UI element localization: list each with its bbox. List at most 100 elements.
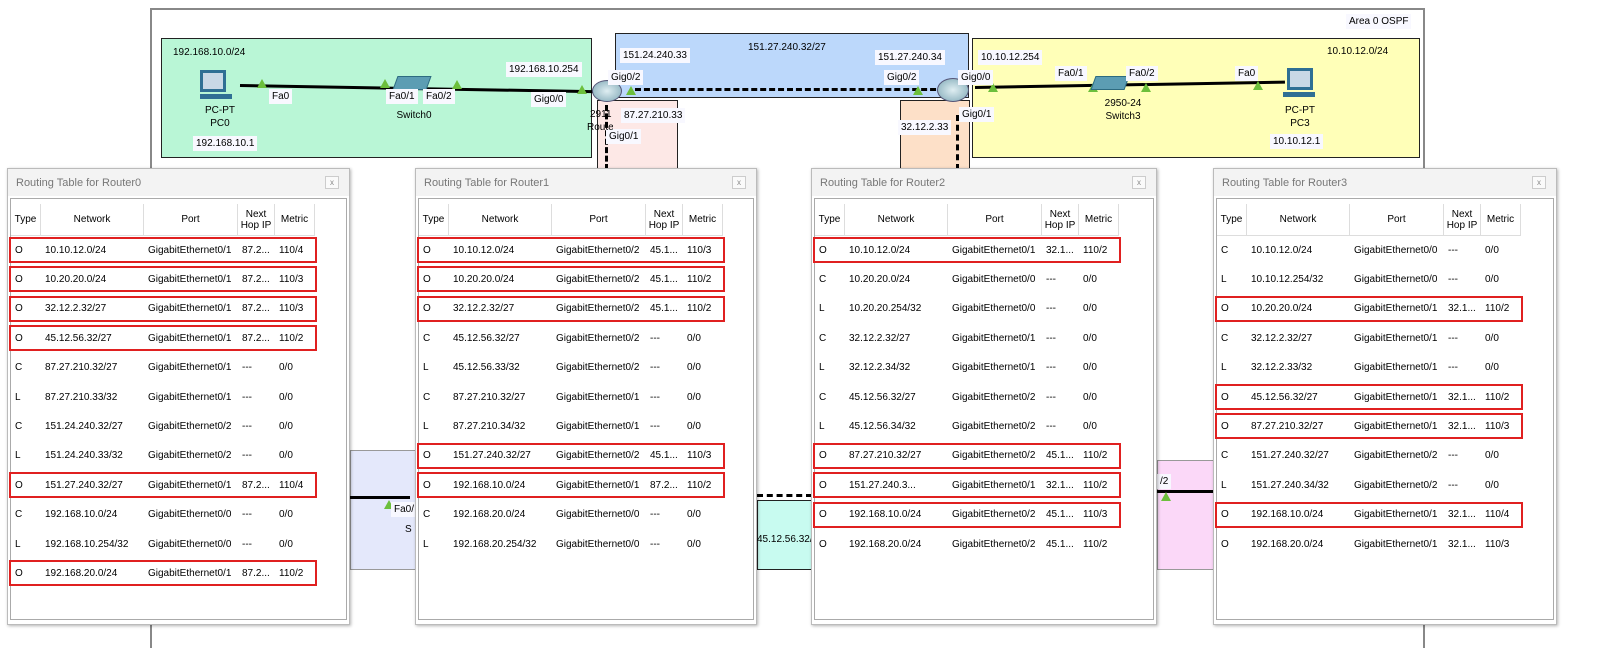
switch0-icon[interactable] xyxy=(392,76,432,90)
cell-metric: 0/0 xyxy=(687,391,701,403)
cell-next-hop: --- xyxy=(242,420,252,432)
column-header-metric[interactable]: Metric xyxy=(1079,204,1119,235)
cell-type: O xyxy=(1221,303,1229,315)
cell-metric: 0/0 xyxy=(1485,362,1499,374)
window-title-bar[interactable]: Routing Table for Router3 x xyxy=(1214,169,1556,196)
column-header-next-hop[interactable]: Next Hop IP xyxy=(1042,204,1079,235)
column-header-next-hop[interactable]: Next Hop IP xyxy=(238,204,275,235)
routing-table-window-router3[interactable]: Routing Table for Router3 x Type Network Por… xyxy=(1213,168,1557,625)
table-row: O 10.20.20.0/24 GigabitEthernet0/1 87.2... 1… xyxy=(9,266,317,293)
close-button[interactable]: x xyxy=(325,176,339,189)
cell-network: 192.168.20.0/24 xyxy=(45,567,118,579)
routing-table-window-router0[interactable]: Routing Table for Router0 x Type Network Por… xyxy=(7,168,350,625)
cell-network: 10.10.12.0/24 xyxy=(453,244,515,256)
close-button[interactable]: x xyxy=(1532,176,1546,189)
cell-next-hop: 87.2... xyxy=(242,244,270,256)
column-header-port[interactable]: Port xyxy=(1350,204,1444,235)
cell-port: GigabitEthernet0/2 xyxy=(148,420,232,432)
switch3-icon[interactable] xyxy=(1090,76,1130,90)
close-button[interactable]: x xyxy=(732,176,746,189)
cell-next-hop: 45.1... xyxy=(1046,538,1074,550)
table-row: C 192.168.10.0/24 GigabitEthernet0/0 --- 0/0 xyxy=(11,504,315,526)
pc3-icon[interactable] xyxy=(1283,68,1315,98)
cell-metric: 0/0 xyxy=(1083,303,1097,315)
column-header-type[interactable]: Type xyxy=(815,204,845,235)
router3-gig00-ip: 10.10.12.254 xyxy=(978,50,1043,65)
column-header-network[interactable]: Network xyxy=(449,204,552,235)
column-header-port[interactable]: Port xyxy=(552,204,646,235)
column-header-metric[interactable]: Metric xyxy=(275,204,315,235)
cell-next-hop: --- xyxy=(1448,362,1458,374)
cell-port: GigabitEthernet0/1 xyxy=(952,362,1036,374)
cell-port: GigabitEthernet0/0 xyxy=(148,509,232,521)
column-header-metric[interactable]: Metric xyxy=(683,204,723,235)
cell-next-hop: --- xyxy=(242,509,252,521)
cell-type: C xyxy=(819,332,827,344)
pc0-icon[interactable] xyxy=(200,70,232,100)
cell-network: 87.27.210.32/27 xyxy=(453,391,526,403)
cell-next-hop: 45.1... xyxy=(650,303,678,315)
column-header-network[interactable]: Network xyxy=(41,204,144,235)
window-title: Routing Table for Router2 xyxy=(820,177,946,189)
table-header: Type Network Port Next Hop IP Metric xyxy=(11,204,315,236)
pc3-name: PC3 xyxy=(1290,118,1310,129)
port-indicator xyxy=(1161,492,1171,501)
column-header-port[interactable]: Port xyxy=(144,204,238,235)
router3-gig02-ip: 151.27.240.34 xyxy=(875,50,945,65)
cell-port: GigabitEthernet0/2 xyxy=(952,420,1036,432)
cell-port: GigabitEthernet0/1 xyxy=(952,479,1036,491)
window-title-bar[interactable]: Routing Table for Router0 x xyxy=(8,169,349,196)
wan-bottom-network: 45.12.56.32/ xyxy=(757,534,813,545)
table-row: C 10.10.12.0/24 GigabitEthernet0/0 --- 0/0 xyxy=(1217,239,1521,261)
column-header-type[interactable]: Type xyxy=(1217,204,1247,235)
cell-port: GigabitEthernet0/1 xyxy=(148,332,232,344)
cell-type: C xyxy=(423,332,431,344)
cell-port: GigabitEthernet0/2 xyxy=(556,273,640,285)
routing-table-window-router1[interactable]: Routing Table for Router1 x Type Network Por… xyxy=(415,168,757,625)
cell-metric: 110/2 xyxy=(1083,244,1108,256)
column-header-type[interactable]: Type xyxy=(11,204,41,235)
cell-network: 32.12.2.34/32 xyxy=(849,362,911,374)
cell-port: GigabitEthernet0/0 xyxy=(952,273,1036,285)
cell-next-hop: --- xyxy=(650,332,660,344)
cell-type: L xyxy=(423,420,429,432)
routing-table-window-router2[interactable]: Routing Table for Router2 x Type Network Por… xyxy=(811,168,1157,625)
column-header-next-hop[interactable]: Next Hop IP xyxy=(1444,204,1481,235)
close-button[interactable]: x xyxy=(1132,176,1146,189)
cell-port: GigabitEthernet0/2 xyxy=(556,450,640,462)
window-title-bar[interactable]: Routing Table for Router2 x xyxy=(812,169,1156,196)
cell-next-hop: 32.1... xyxy=(1046,479,1074,491)
table-row: L 151.27.240.34/32 GigabitEthernet0/2 --- 0/… xyxy=(1217,474,1521,496)
cell-port: GigabitEthernet0/1 xyxy=(148,244,232,256)
cell-network: 87.27.210.32/27 xyxy=(45,362,118,374)
column-header-type[interactable]: Type xyxy=(419,204,449,235)
column-header-network[interactable]: Network xyxy=(845,204,948,235)
window-title-bar[interactable]: Routing Table for Router1 x xyxy=(416,169,756,196)
cell-metric: 110/2 xyxy=(687,303,712,315)
table-row: L 87.27.210.33/32 GigabitEthernet0/1 --- 0/0 xyxy=(11,386,315,408)
column-header-next-hop[interactable]: Next Hop IP xyxy=(646,204,683,235)
cell-metric: 0/0 xyxy=(279,538,293,550)
cell-next-hop: 45.1... xyxy=(1046,509,1074,521)
cell-next-hop: --- xyxy=(1046,391,1056,403)
table-row: C 32.12.2.32/27 GigabitEthernet0/1 --- 0/0 xyxy=(1217,327,1521,349)
cell-network: 10.10.12.254/32 xyxy=(1251,273,1324,285)
cell-port: GigabitEthernet0/2 xyxy=(1354,450,1438,462)
table-row: O 32.12.2.32/27 GigabitEthernet0/2 45.1... 1… xyxy=(417,295,725,322)
cell-type: C xyxy=(15,362,23,374)
column-header-metric[interactable]: Metric xyxy=(1481,204,1521,235)
lan0-network: 192.168.10.0/24 xyxy=(173,47,246,58)
cell-metric: 110/4 xyxy=(1485,509,1510,521)
wan-top-network: 151.27.240.32/27 xyxy=(748,42,826,53)
cell-next-hop: --- xyxy=(242,391,252,403)
cell-metric: 110/3 xyxy=(687,450,712,462)
column-header-port[interactable]: Port xyxy=(948,204,1042,235)
window-title: Routing Table for Router3 xyxy=(1222,177,1348,189)
column-header-network[interactable]: Network xyxy=(1247,204,1350,235)
cell-port: GigabitEthernet0/1 xyxy=(1354,332,1438,344)
table-row: O 192.168.20.0/24 GigabitEthernet0/1 32.1..… xyxy=(1217,533,1521,555)
cell-next-hop: 87.2... xyxy=(242,567,270,579)
cell-next-hop: --- xyxy=(1046,332,1056,344)
cell-network: 192.168.20.0/24 xyxy=(849,538,922,550)
cell-next-hop: 45.1... xyxy=(650,273,678,285)
